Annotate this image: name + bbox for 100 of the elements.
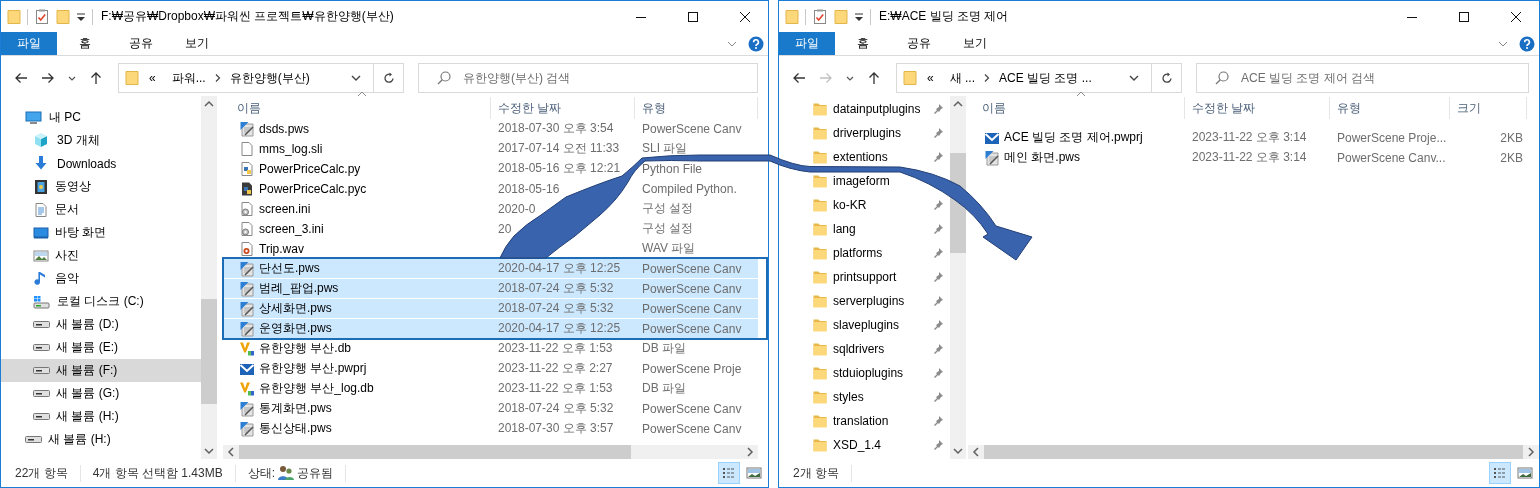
pin-icon[interactable] <box>932 199 944 211</box>
nav-item[interactable]: stduioplugins <box>808 365 908 381</box>
file-row[interactable]: PowerPriceCalc.pyc 2018-05-16 Compiled Python. <box>223 179 758 198</box>
nav-item[interactable]: 새 볼륨 (G:) <box>1 382 201 405</box>
file-row[interactable]: 유한양행 부산.pwprj 2023-11-22 오후 2:27 PowerScene Proje <box>223 359 758 378</box>
help-icon[interactable] <box>1519 35 1535 52</box>
nav-item[interactable]: 새 볼륨 (H:) <box>1 428 201 451</box>
file-row[interactable]: 통신상태.pws 2018-07-30 오후 3:57 PowerScene Canv <box>223 419 758 438</box>
address-bar[interactable]: « 파워... 유한양행(부산) <box>118 63 404 93</box>
pin-icon[interactable] <box>932 295 944 307</box>
pin-icon[interactable] <box>932 151 944 163</box>
column-header[interactable]: 유형 <box>1330 97 1450 119</box>
file-row[interactable]: 상세화면.pws 2018-07-24 오후 5:32 PowerScene Canv <box>223 299 758 318</box>
nav-item[interactable]: ko-KR <box>808 197 871 213</box>
file-row[interactable]: 유한양행 부산_log.db 2023-11-22 오후 1:53 DB 파일 <box>223 379 758 398</box>
nav-item[interactable]: 새 볼륨 (F:) <box>1 359 201 382</box>
file-row[interactable]: 단선도.pws 2020-04-17 오후 12:25 PowerScene Canv <box>223 259 758 278</box>
nav-item[interactable]: extentions <box>808 149 892 165</box>
ribbon-tab[interactable]: 보기 <box>169 32 225 55</box>
file-row[interactable]: mms_log.sli 2017-07-14 오전 11:33 SLI 파일 <box>223 139 758 158</box>
nav-item[interactable]: 새 볼륨 (E:) <box>1 336 201 359</box>
ribbon-tab[interactable]: 보기 <box>947 32 1003 55</box>
breadcrumb-overflow[interactable]: « <box>149 71 156 85</box>
file-row[interactable]: 메인 화면.pws 2023-11-22 오후 3:14 PowerScene Canv... 2KB <box>968 148 1539 167</box>
file-row[interactable]: 유한양행 부산.db 2023-11-22 오후 1:53 DB 파일 <box>223 339 758 358</box>
nav-item[interactable]: imageform <box>808 173 894 189</box>
nav-item[interactable]: 바탕 화면 <box>1 221 201 244</box>
nav-item[interactable]: lang <box>808 221 860 237</box>
nav-item[interactable]: datainputplugins <box>808 101 925 117</box>
address-bar[interactable]: « 새 ... ACE 빌딩 조명 ... <box>896 63 1182 93</box>
scrollbar[interactable] <box>950 96 966 459</box>
nav-item[interactable]: 동영상 <box>1 175 201 198</box>
ribbon-tab[interactable]: 파일 <box>1 32 57 55</box>
nav-item[interactable]: 사진 <box>1 244 201 267</box>
search-field[interactable]: ACE 빌딩 조명 제어 검색 <box>1196 63 1529 93</box>
breadcrumb[interactable]: 유한양행(부산) <box>229 69 310 87</box>
nav-item[interactable]: 내 PC <box>1 106 201 129</box>
file-row[interactable]: screen_3.ini 20 구성 설정 <box>223 219 758 238</box>
search-field[interactable]: 유한양행(부산) 검색 <box>418 63 758 93</box>
pin-icon[interactable] <box>932 319 944 331</box>
nav-item[interactable]: driverplugins <box>808 125 906 141</box>
nav-item[interactable]: styles <box>808 389 868 405</box>
file-row[interactable]: Trip.wav WAV 파일 <box>223 239 758 258</box>
nav-item[interactable]: serverplugins <box>808 293 909 309</box>
file-row[interactable]: ACE 빌딩 조명 제어.pwprj 2023-11-22 오후 3:14 PowerScene Proje... 2KB <box>968 128 1539 147</box>
breadcrumb[interactable]: 새 ... <box>949 69 976 87</box>
details-view-button[interactable] <box>718 462 740 484</box>
file-row[interactable]: 운영화면.pws 2020-04-17 오후 12:25 PowerScene Canv <box>223 319 758 338</box>
pin-icon[interactable] <box>932 271 944 283</box>
scrollbar[interactable] <box>223 445 758 459</box>
nav-item[interactable]: platforms <box>808 245 887 261</box>
scrollbar-thumb[interactable] <box>239 445 632 459</box>
breadcrumb[interactable]: ACE 빌딩 조명 ... <box>999 69 1092 87</box>
nav-item[interactable]: translation <box>808 413 893 429</box>
file-row[interactable]: PowerPriceCalc.py 2018-05-16 오후 12:21 Python File <box>223 159 758 178</box>
pin-icon[interactable] <box>932 439 944 451</box>
nav-item[interactable]: sqldrivers <box>808 341 889 357</box>
scrollbar[interactable] <box>201 96 217 459</box>
column-header[interactable]: 수정한 날짜 <box>491 97 635 119</box>
column-header[interactable]: 크기 <box>1450 97 1527 119</box>
ribbon-tab[interactable]: 공유 <box>113 32 169 55</box>
nav-item[interactable]: Downloads <box>1 152 201 175</box>
pin-icon[interactable] <box>932 223 944 235</box>
pin-icon[interactable] <box>932 367 944 379</box>
pin-icon[interactable] <box>932 103 944 115</box>
ribbon-tab[interactable]: 파일 <box>779 32 835 55</box>
nav-item[interactable]: 3D 개체 <box>1 129 201 152</box>
breadcrumb-overflow[interactable]: « <box>927 71 934 85</box>
file-row[interactable]: 통계화면.pws 2018-07-24 오후 5:32 PowerScene Canv <box>223 399 758 418</box>
file-row[interactable]: screen.ini 2020-0 구성 설정 <box>223 199 758 218</box>
column-header[interactable]: 이름 <box>968 97 1185 119</box>
help-icon[interactable] <box>748 35 764 52</box>
nav-item[interactable]: 새 볼륨 (D:) <box>1 313 201 336</box>
file-row[interactable]: dsds.pws 2018-07-30 오후 3:54 PowerScene Canv <box>223 119 758 138</box>
nav-item[interactable]: 음악 <box>1 267 201 290</box>
column-header[interactable]: 유형 <box>635 97 758 119</box>
ribbon-tab[interactable]: 홈 <box>835 32 891 55</box>
pin-icon[interactable] <box>932 343 944 355</box>
pin-icon[interactable] <box>932 127 944 139</box>
folder-icon <box>812 269 828 285</box>
file-row[interactable]: 범례_팝업.pws 2018-07-24 오후 5:32 PowerScene Canv <box>223 279 758 298</box>
checklist-icon[interactable] <box>812 8 828 25</box>
scrollbar-thumb[interactable] <box>201 299 217 404</box>
details-view-button[interactable] <box>1489 462 1511 484</box>
breadcrumb[interactable]: 파워... <box>171 69 206 87</box>
nav-item[interactable]: 문서 <box>1 198 201 221</box>
nav-item[interactable]: 새 볼륨 (H:) <box>1 405 201 428</box>
nav-item[interactable]: XSD_1.4 <box>808 437 886 453</box>
pin-icon[interactable] <box>932 391 944 403</box>
pin-icon[interactable] <box>932 247 944 259</box>
column-header[interactable]: 수정한 날짜 <box>1185 97 1330 119</box>
checklist-icon[interactable] <box>34 8 50 25</box>
file-name: 통신상태.pws <box>259 420 332 437</box>
nav-item[interactable]: printsupport <box>808 269 901 285</box>
ribbon-tab[interactable]: 공유 <box>891 32 947 55</box>
ribbon-tab[interactable]: 홈 <box>57 32 113 55</box>
nav-item[interactable]: 로컬 디스크 (C:) <box>1 290 201 313</box>
column-header[interactable]: 이름 <box>223 97 491 119</box>
pin-icon[interactable] <box>932 415 944 427</box>
nav-item[interactable]: slaveplugins <box>808 317 904 333</box>
